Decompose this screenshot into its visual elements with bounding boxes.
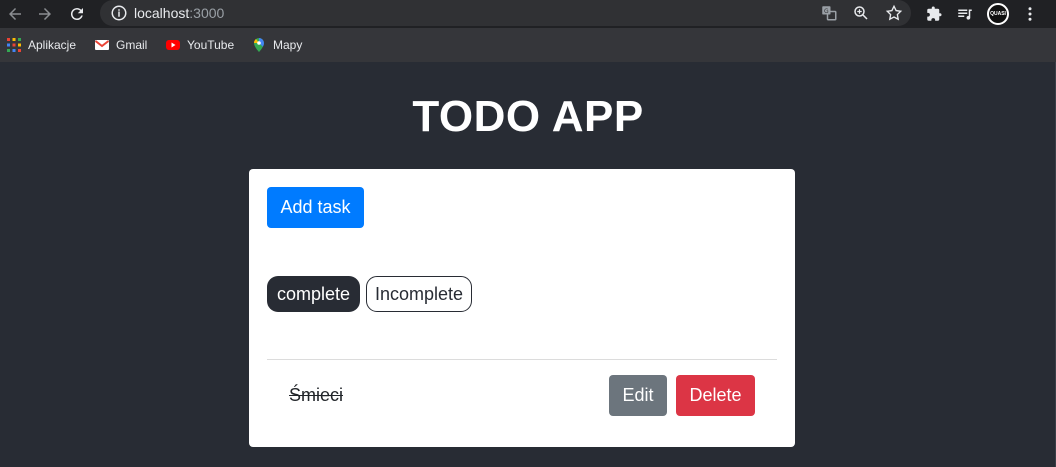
browser-toolbar: localhost:3000 G QUASI (0, 0, 1056, 28)
bookmarks-bar (0, 28, 1056, 62)
puzzle-icon[interactable] (924, 4, 944, 24)
profile-avatar[interactable]: QUASI (987, 3, 1009, 25)
youtube-icon (165, 37, 181, 53)
reload-button[interactable] (66, 3, 88, 25)
bookmark-label: YouTube (187, 38, 235, 52)
gmail-icon (94, 37, 110, 53)
task-text[interactable]: Śmieci (289, 385, 343, 406)
zoom-icon[interactable] (852, 4, 870, 22)
translate-icon[interactable]: G (820, 4, 838, 22)
edit-button[interactable]: Edit (609, 375, 667, 416)
star-icon[interactable] (885, 4, 903, 22)
bookmark-label: Aplikacje (28, 38, 77, 52)
url-text: localhost:3000 (134, 5, 224, 21)
bookmark-youtube[interactable]: YouTube (165, 37, 234, 53)
divider (267, 359, 777, 360)
apps-grid-icon (6, 37, 22, 53)
svg-text:G: G (824, 8, 829, 15)
delete-button[interactable]: Delete (676, 375, 755, 416)
arrow-left-icon (9, 8, 21, 20)
bookmark-maps[interactable]: Mapy (251, 37, 302, 53)
url-host: localhost (134, 5, 190, 21)
filter-complete-button[interactable]: complete (267, 276, 360, 312)
address-bar[interactable]: localhost:3000 G (100, 0, 911, 26)
bookmark-label: Gmail (116, 38, 148, 52)
url-port: :3000 (189, 5, 225, 21)
playlist-icon[interactable] (955, 4, 975, 24)
page-title: TODO APP (412, 92, 644, 141)
maps-pin-icon (251, 37, 267, 53)
bookmark-label: Mapy (273, 38, 303, 52)
bookmark-apps[interactable]: Aplikacje (6, 37, 76, 53)
bookmark-gmail[interactable]: Gmail (94, 37, 147, 53)
reload-icon (70, 8, 83, 21)
filter-incomplete-button[interactable]: Incomplete (366, 276, 472, 312)
forward-button[interactable] (34, 3, 56, 25)
todo-card: Add task complete Incomplete Śmieci Edit… (249, 169, 795, 447)
kebab-menu-icon[interactable] (1020, 4, 1040, 24)
arrow-right-icon (39, 8, 51, 20)
add-task-button[interactable]: Add task (267, 187, 364, 228)
back-button[interactable] (4, 3, 26, 25)
profile-label: QUASI (990, 11, 1006, 17)
info-icon[interactable] (110, 4, 128, 22)
